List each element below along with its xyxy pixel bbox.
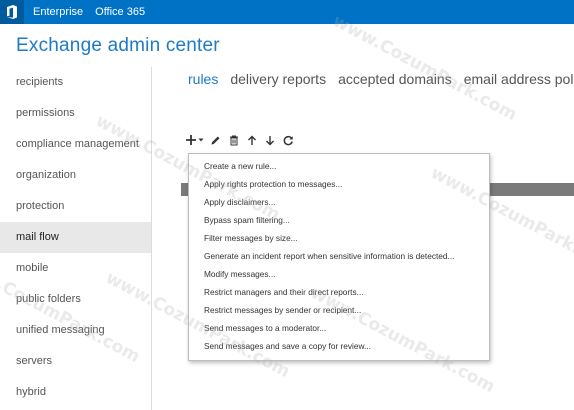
page-title: Exchange admin center <box>16 35 220 56</box>
delete-icon[interactable] <box>229 131 239 149</box>
menu-item-filter-by-size[interactable]: Filter messages by size... <box>189 229 489 247</box>
topbar-link-office365[interactable]: Office 365 <box>89 0 151 24</box>
topbar-link-enterprise[interactable]: Enterprise <box>24 0 89 24</box>
sidebar-item-mobile[interactable]: mobile <box>0 253 151 284</box>
sidebar-item-recipients[interactable]: recipients <box>0 67 151 98</box>
menu-item-apply-disclaimers[interactable]: Apply disclaimers... <box>189 193 489 211</box>
move-down-icon[interactable] <box>265 131 275 149</box>
menu-item-send-to-moderator[interactable]: Send messages to a moderator... <box>189 319 489 337</box>
menu-item-bypass-spam-filtering[interactable]: Bypass spam filtering... <box>189 211 489 229</box>
sidebar-item-protection[interactable]: protection <box>0 191 151 222</box>
mail-flow-tabs: rules delivery reports accepted domains … <box>188 71 574 87</box>
menu-item-restrict-managers[interactable]: Restrict managers and their direct repor… <box>189 283 489 301</box>
menu-item-apply-rights-protection[interactable]: Apply rights protection to messages... <box>189 175 489 193</box>
sidebar-item-organization[interactable]: organization <box>0 160 151 191</box>
tab-accepted-domains[interactable]: accepted domains <box>338 71 452 87</box>
menu-item-restrict-sender-recipient[interactable]: Restrict messages by sender or recipient… <box>189 301 489 319</box>
sidebar-item-compliance-management[interactable]: compliance management <box>0 129 151 160</box>
watermark-text: www.CozumPark.com <box>329 10 521 126</box>
sidebar-item-unified-messaging[interactable]: unified messaging <box>0 315 151 346</box>
edit-icon[interactable] <box>210 131 221 149</box>
move-up-icon[interactable] <box>247 131 257 149</box>
tab-rules[interactable]: rules <box>188 71 218 87</box>
menu-item-send-and-save-copy[interactable]: Send messages and save a copy for review… <box>189 337 489 355</box>
menu-item-create-new-rule[interactable]: Create a new rule... <box>189 157 489 175</box>
dropdown-caret-icon[interactable] <box>198 131 204 149</box>
sidebar-item-hybrid[interactable]: hybrid <box>0 377 151 408</box>
add-icon[interactable] <box>185 131 197 149</box>
sidebar-item-servers[interactable]: servers <box>0 346 151 377</box>
menu-item-modify-messages[interactable]: Modify messages... <box>189 265 489 283</box>
new-rule-dropdown-menu: Create a new rule... Apply rights protec… <box>188 153 490 361</box>
exchange-admin-center-window: Enterprise Office 365 Exchange admin cen… <box>0 0 574 410</box>
office-logo-icon[interactable] <box>0 0 24 24</box>
sidebar-item-public-folders[interactable]: public folders <box>0 284 151 315</box>
rules-toolbar <box>185 131 299 149</box>
sidebar-item-permissions[interactable]: permissions <box>0 98 151 129</box>
office365-top-bar: Enterprise Office 365 <box>0 0 574 24</box>
tab-email-address-policies[interactable]: email address policies <box>464 71 574 87</box>
tab-delivery-reports[interactable]: delivery reports <box>230 71 326 87</box>
menu-item-generate-incident-report[interactable]: Generate an incident report when sensiti… <box>189 247 489 265</box>
sidebar-divider <box>151 67 152 410</box>
sidebar-item-mail-flow[interactable]: mail flow <box>0 222 151 253</box>
sidebar-nav: recipients permissions compliance manage… <box>0 67 151 408</box>
refresh-icon[interactable] <box>283 131 294 149</box>
